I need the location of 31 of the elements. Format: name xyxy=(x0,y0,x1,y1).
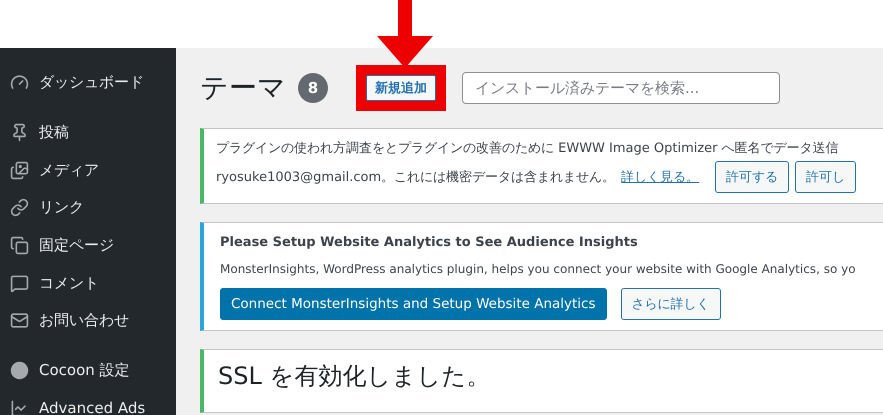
pin-icon xyxy=(10,123,29,142)
add-new-button[interactable]: 新規追加 xyxy=(366,75,436,101)
sidebar-item[interactable]: コメント xyxy=(0,264,176,302)
search-field[interactable]: インストール済みテーマを検索... xyxy=(462,72,780,104)
sidebar-item[interactable]: Cocoon 設定 xyxy=(0,352,176,390)
speech-bubble-icon xyxy=(10,274,29,293)
link-icon xyxy=(10,198,29,218)
circle-icon xyxy=(10,361,29,380)
chart-icon xyxy=(10,398,29,415)
learn-more-button[interactable]: さらに詳しく xyxy=(620,288,721,320)
notice-title: Please Setup Website Analytics to See Audience Insights xyxy=(220,235,639,250)
sidebar-item[interactable]: 投稿 xyxy=(0,114,176,152)
notice-text: ryosuke1003@gmail.com。これには機密データは含まれません。 xyxy=(216,169,616,186)
sidebar-item[interactable]: Advanced Ads xyxy=(0,390,176,415)
notice-text: プラグインの使われ方調査をとプラグインの改善のために EWWW Image Optimizer へ匿名でデータ送信 xyxy=(216,140,840,157)
learn-more-link[interactable]: 詳しく見る。 xyxy=(621,168,700,186)
images-icon xyxy=(10,160,29,180)
notice-message: SSL を有効化しました。 xyxy=(218,361,492,392)
notice-text: MonsterInsights, WordPress analytics plugin, helps you connect your website with Google Analytics, so yo xyxy=(220,262,857,276)
sidebar-item[interactable]: リンク xyxy=(0,189,176,227)
sidebar-item[interactable]: ダッシュボード xyxy=(0,64,176,102)
sidebar-item[interactable]: お問い合わせ xyxy=(0,302,176,340)
sidebar-item[interactable]: メディア xyxy=(0,151,176,190)
count-badge: 8 xyxy=(298,73,328,103)
envelope-icon xyxy=(10,311,29,330)
consent-button[interactable]: 許可し xyxy=(795,161,856,193)
page-title: テーマ xyxy=(200,70,286,106)
sidebar-item[interactable]: 固定ページ xyxy=(0,226,176,264)
pages-icon xyxy=(10,236,29,256)
connect-button[interactable]: Connect MonsterInsights and Setup Website Analytics xyxy=(220,288,607,320)
consent-button[interactable]: 許可する xyxy=(715,161,790,193)
